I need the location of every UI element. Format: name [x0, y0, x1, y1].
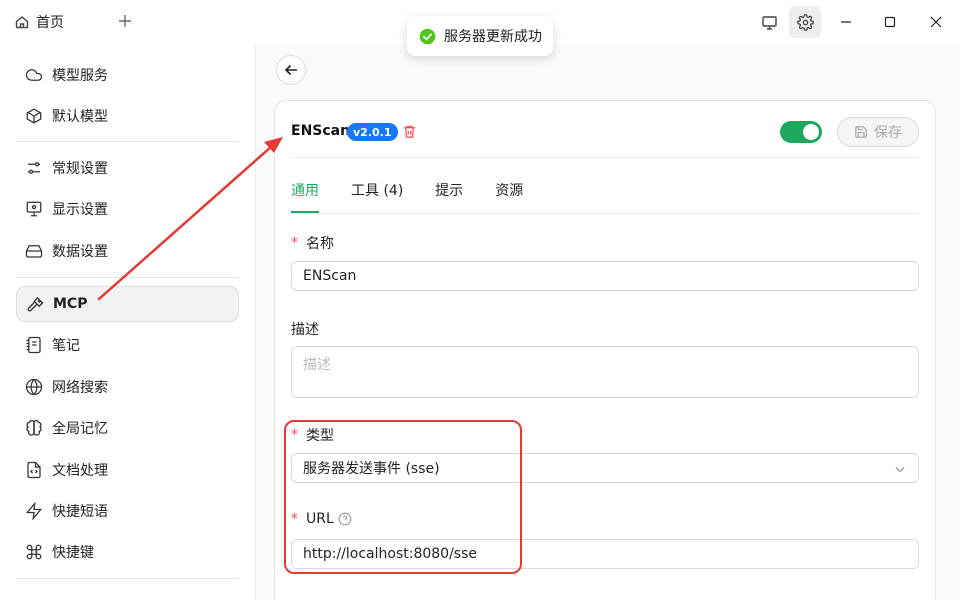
- tab-tools[interactable]: 工具 (4): [351, 180, 403, 213]
- settings-button[interactable]: [789, 6, 821, 38]
- sidebar-item-label: 默认模型: [52, 109, 108, 125]
- add-tab-button[interactable]: [114, 10, 136, 32]
- sidebar-item-shortcuts[interactable]: 快捷键: [16, 534, 239, 570]
- name-input-value: ENScan: [303, 268, 357, 284]
- sidebar-item-global-memory[interactable]: 全局记忆: [16, 410, 239, 446]
- sidebar-item-label: 显示设置: [52, 202, 108, 218]
- maximize-icon: [884, 16, 896, 28]
- home-icon: [15, 16, 29, 29]
- description-placeholder: 描述: [303, 357, 331, 373]
- sidebar-item-data-settings[interactable]: 数据设置: [16, 233, 239, 269]
- sidebar-item-default-model[interactable]: 默认模型: [16, 98, 239, 134]
- sidebar-item-label: 文档处理: [52, 463, 108, 479]
- delete-button[interactable]: [402, 124, 417, 143]
- sidebar-item-notes[interactable]: 笔记: [16, 327, 239, 363]
- name-label-text: 名称: [306, 236, 334, 252]
- sidebar-divider: [16, 141, 239, 142]
- sidebar-item-model-service[interactable]: 模型服务: [16, 57, 239, 93]
- sidebar-item-general-settings[interactable]: 常规设置: [16, 150, 239, 186]
- gear-icon: [796, 13, 814, 31]
- monitor-settings-icon: [26, 201, 42, 217]
- minimize-button[interactable]: [826, 6, 866, 38]
- sidebar-item-quick-phrases[interactable]: 快捷短语: [16, 493, 239, 529]
- sidebar-item-label: 快捷短语: [52, 504, 108, 520]
- sidebar-item-label: 模型服务: [52, 68, 108, 84]
- settings-sidebar: 模型服务 默认模型 常规设置 显示设置 数据设置 MCP 笔记 网络搜索 全局记…: [0, 44, 256, 600]
- server-tabs: 通用 工具 (4) 提示 资源: [291, 180, 555, 213]
- back-button[interactable]: [276, 55, 306, 85]
- sidebar-item-label: 笔记: [52, 338, 80, 354]
- sidebar-divider: [16, 277, 239, 278]
- command-icon: [26, 544, 42, 560]
- trash-icon: [403, 125, 416, 138]
- hard-drive-icon: [25, 245, 43, 258]
- annotation-highlight-box: [284, 420, 522, 574]
- arrow-left-icon: [284, 64, 297, 76]
- sidebar-item-label: 快捷键: [52, 545, 94, 561]
- description-textarea[interactable]: 描述: [291, 346, 919, 398]
- server-enabled-toggle[interactable]: [780, 121, 822, 143]
- hammer-icon: [27, 297, 44, 312]
- brain-icon: [26, 419, 42, 436]
- minimize-icon: [841, 21, 851, 23]
- maximize-button[interactable]: [870, 6, 910, 38]
- name-input[interactable]: ENScan: [291, 261, 919, 291]
- tab-resources[interactable]: 资源: [495, 180, 523, 213]
- sidebar-item-display-settings[interactable]: 显示设置: [16, 191, 239, 227]
- sidebar-item-label: 常规设置: [52, 161, 108, 177]
- tabs-divider: [291, 213, 919, 214]
- required-mark: *: [291, 235, 298, 251]
- save-icon: [855, 126, 867, 138]
- close-icon: [930, 16, 942, 28]
- tab-prompts[interactable]: 提示: [435, 180, 463, 213]
- version-badge: v2.0.1: [347, 123, 398, 141]
- tab-general[interactable]: 通用: [291, 180, 319, 213]
- sidebar-item-web-search[interactable]: 网络搜索: [16, 369, 239, 405]
- card-header-divider: [291, 157, 919, 158]
- sidebar-item-label: 网络搜索: [52, 380, 108, 396]
- sliders-icon: [28, 162, 40, 174]
- chevron-down-icon: [895, 467, 905, 473]
- save-button-label: 保存: [874, 125, 902, 141]
- sidebar-divider: [16, 578, 239, 579]
- sidebar-item-document-processing[interactable]: 文档处理: [16, 452, 239, 488]
- sidebar-item-mcp[interactable]: MCP: [16, 286, 239, 322]
- notebook-icon: [26, 336, 41, 354]
- plus-icon: [119, 15, 131, 27]
- name-field-label: * 名称: [291, 233, 334, 253]
- sidebar-item-label: 全局记忆: [52, 421, 108, 437]
- monitor-icon: [761, 15, 777, 30]
- cloud-icon: [25, 69, 43, 81]
- file-code-icon: [27, 461, 41, 479]
- monitor-button[interactable]: [753, 6, 785, 38]
- sidebar-item-label: MCP: [53, 296, 88, 312]
- home-tab[interactable]: 首页: [14, 8, 64, 36]
- cube-icon: [26, 108, 42, 124]
- close-button[interactable]: [916, 6, 956, 38]
- sidebar-item-label: 数据设置: [52, 244, 108, 260]
- save-button[interactable]: 保存: [837, 117, 919, 147]
- zap-icon: [25, 502, 43, 520]
- check-circle-icon: [419, 28, 436, 44]
- toast-message: 服务器更新成功: [444, 29, 542, 45]
- description-label-text: 描述: [291, 322, 319, 338]
- globe-icon: [25, 378, 43, 396]
- success-toast: 服务器更新成功: [407, 16, 553, 56]
- description-field-label: 描述: [291, 319, 319, 339]
- server-name: ENScan: [291, 123, 351, 139]
- home-tab-label: 首页: [36, 15, 64, 31]
